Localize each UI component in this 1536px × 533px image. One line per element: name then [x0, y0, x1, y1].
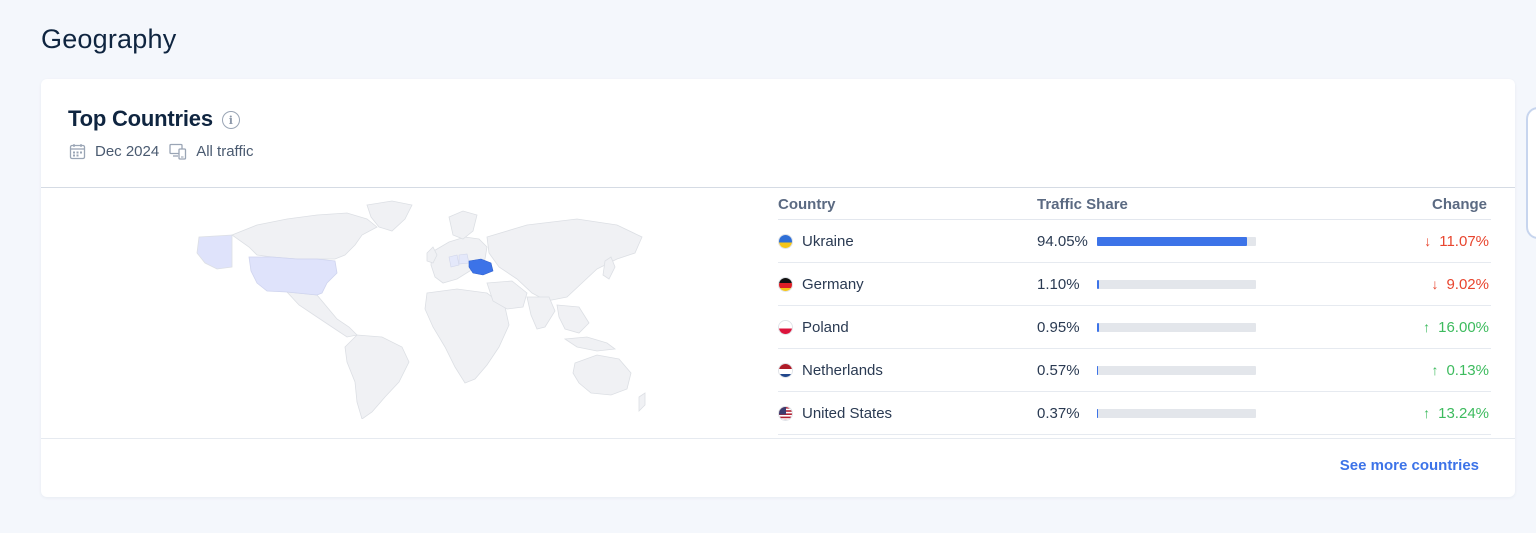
- header-country[interactable]: Country: [778, 196, 1037, 213]
- change-cell: ↑ 13.24%: [1367, 405, 1491, 422]
- map-region-scandinavia: [448, 210, 478, 240]
- card-header: Top Countries i: [68, 106, 240, 132]
- change-cell: ↓ 11.07%: [1367, 233, 1491, 250]
- change-value: 11.07%: [1439, 232, 1489, 250]
- country-name[interactable]: Poland: [802, 319, 849, 336]
- traffic-share-bar-fill: [1097, 365, 1099, 375]
- traffic-share-value: 0.57%: [1037, 361, 1080, 379]
- arrow-up-icon: ↑: [1423, 405, 1431, 421]
- traffic-share-cell: 0.37%: [1037, 405, 1367, 422]
- arrow-down-icon: ↓: [1424, 233, 1432, 249]
- header-divider: [41, 187, 1515, 188]
- table-header: Country Traffic Share Change: [778, 189, 1491, 220]
- date-label: Dec 2024: [95, 143, 160, 160]
- traffic-share-bar: [1097, 322, 1256, 332]
- traffic-share-bar-fill: [1097, 322, 1099, 332]
- table-row[interactable]: Ukraine 94.05% ↓ 11.07%: [778, 220, 1491, 263]
- traffic-share-value: 0.95%: [1037, 318, 1080, 336]
- map-region-germany: [448, 254, 460, 268]
- traffic-share-bar: [1097, 279, 1256, 289]
- traffic-share-value: 94.05%: [1037, 232, 1088, 250]
- world-map[interactable]: [187, 197, 647, 420]
- netherlands-flag-icon: [778, 362, 793, 378]
- united-states-flag-icon: [778, 405, 793, 421]
- change-value: 0.13%: [1446, 361, 1489, 379]
- traffic-share-bar: [1097, 236, 1256, 246]
- map-region-canada: [231, 212, 378, 260]
- traffic-share-bar-fill: [1097, 236, 1247, 246]
- traffic-share-value: 1.10%: [1037, 275, 1080, 293]
- info-icon[interactable]: i: [221, 111, 240, 129]
- table-row[interactable]: Netherlands 0.57% ↑ 0.13%: [778, 349, 1491, 392]
- arrow-up-icon: ↑: [1431, 362, 1439, 378]
- map-region-poland: [458, 253, 470, 265]
- map-region-south-america: [344, 334, 410, 420]
- page-title: Geography: [41, 24, 177, 54]
- header-traffic-share[interactable]: Traffic Share: [1037, 196, 1367, 213]
- map-region-mexico: [285, 291, 358, 338]
- card-title: Top Countries: [68, 106, 213, 131]
- poland-flag-icon: [778, 319, 793, 335]
- traffic-share-bar: [1097, 408, 1256, 418]
- map-region-united-states: [248, 256, 338, 296]
- countries-table: Country Traffic Share Change Ukraine 94.0…: [778, 189, 1491, 435]
- traffic-share-cell: 1.10%: [1037, 276, 1367, 293]
- top-countries-card: Top Countries i Dec 2024 All traffic Cou…: [41, 79, 1515, 497]
- germany-flag-icon: [778, 276, 793, 292]
- map-region-indonesia: [563, 336, 617, 352]
- country-name[interactable]: Ukraine: [802, 233, 854, 250]
- change-cell: ↑ 0.13%: [1367, 362, 1491, 379]
- card-meta: Dec 2024 All traffic: [69, 143, 263, 160]
- country-name[interactable]: Germany: [802, 276, 864, 293]
- country-cell: Netherlands: [778, 362, 1037, 379]
- traffic-label: All traffic: [196, 143, 254, 160]
- side-panel-edge[interactable]: [1526, 107, 1536, 239]
- country-cell: United States: [778, 405, 1037, 422]
- map-region-ukraine: [468, 258, 494, 276]
- table-row[interactable]: United States 0.37% ↑ 13.24%: [778, 392, 1491, 435]
- map-region-australia: [572, 354, 632, 396]
- traffic-share-cell: 0.95%: [1037, 319, 1367, 336]
- change-value: 16.00%: [1438, 318, 1489, 336]
- country-cell: Poland: [778, 319, 1037, 336]
- country-cell: Ukraine: [778, 233, 1037, 250]
- table-row[interactable]: Germany 1.10% ↓ 9.02%: [778, 263, 1491, 306]
- traffic-share-bar-fill: [1097, 408, 1099, 418]
- country-cell: Germany: [778, 276, 1037, 293]
- country-name[interactable]: United States: [802, 405, 892, 422]
- map-region-india: [526, 296, 556, 330]
- ukraine-flag-icon: [778, 233, 793, 249]
- see-more-countries-link[interactable]: See more countries: [1340, 457, 1479, 474]
- change-cell: ↓ 9.02%: [1367, 276, 1491, 293]
- arrow-down-icon: ↓: [1431, 276, 1439, 292]
- traffic-share-cell: 0.57%: [1037, 362, 1367, 379]
- change-value: 13.24%: [1438, 404, 1489, 422]
- map-region-alaska: [196, 234, 233, 270]
- footer-divider: [41, 438, 1515, 439]
- traffic-share-value: 0.37%: [1037, 404, 1080, 422]
- change-cell: ↑ 16.00%: [1367, 319, 1491, 336]
- devices-icon: [169, 143, 187, 160]
- calendar-icon: [69, 144, 86, 160]
- map-region-se-asia: [556, 304, 590, 334]
- traffic-share-bar: [1097, 365, 1256, 375]
- header-change[interactable]: Change: [1367, 196, 1491, 213]
- change-value: 9.02%: [1446, 275, 1489, 293]
- date-filter: Dec 2024: [69, 143, 159, 160]
- arrow-up-icon: ↑: [1423, 319, 1431, 335]
- table-row[interactable]: Poland 0.95% ↑ 16.00%: [778, 306, 1491, 349]
- traffic-share-bar-fill: [1097, 279, 1099, 289]
- traffic-filter: All traffic: [169, 143, 253, 160]
- country-name[interactable]: Netherlands: [802, 362, 883, 379]
- traffic-share-cell: 94.05%: [1037, 233, 1367, 250]
- map-region-new-zealand: [638, 392, 646, 412]
